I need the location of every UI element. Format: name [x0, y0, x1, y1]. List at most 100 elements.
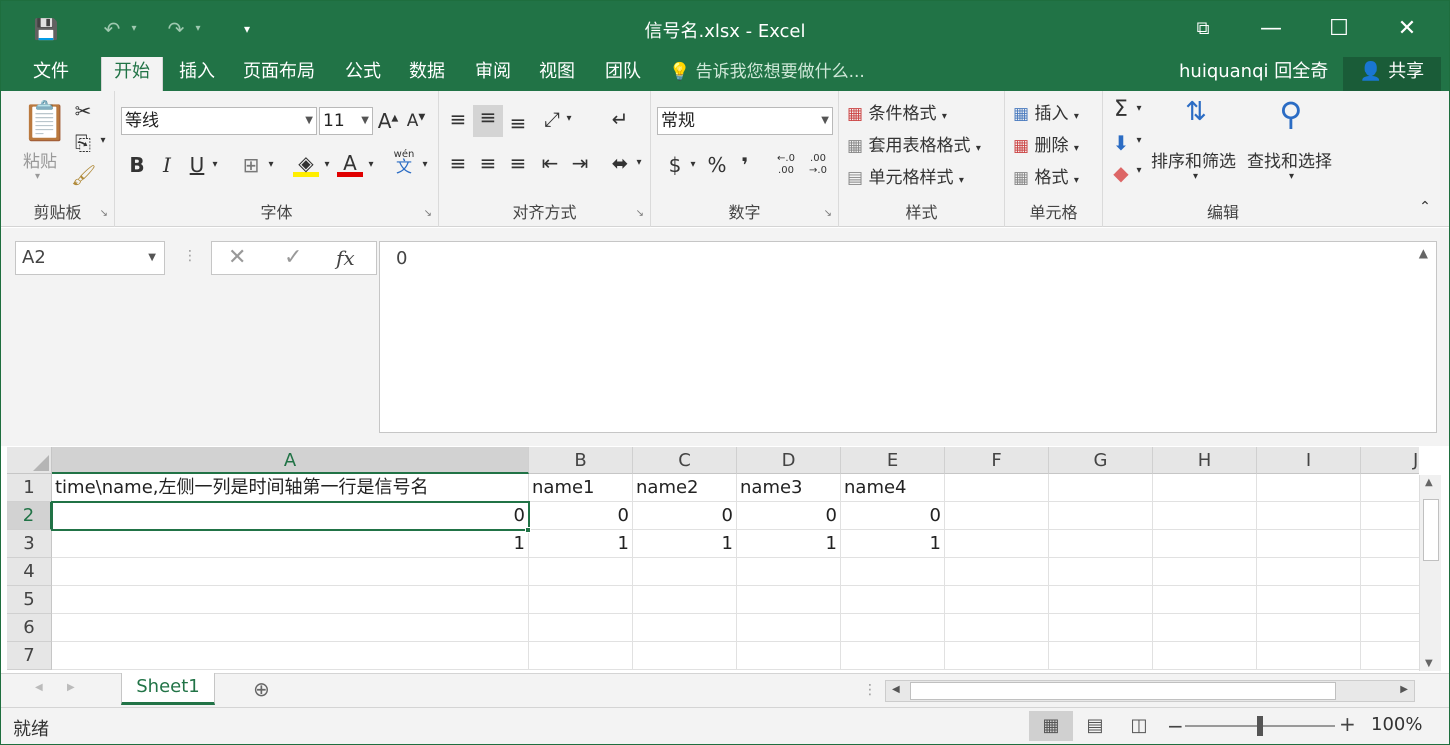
- cell-f4[interactable]: [945, 558, 1049, 586]
- cell-d1[interactable]: name3: [737, 474, 841, 502]
- maximize-button[interactable]: ☐: [1305, 1, 1373, 57]
- font-size-combo[interactable]: 11 ▼: [319, 107, 373, 135]
- cell-i5[interactable]: [1257, 586, 1361, 614]
- copy-icon[interactable]: ⎘: [71, 131, 95, 155]
- cell-f3[interactable]: [945, 530, 1049, 558]
- cell-j2[interactable]: [1361, 502, 1419, 530]
- cell-a7[interactable]: [52, 642, 529, 670]
- column-header-b[interactable]: B: [529, 447, 633, 474]
- cell-a3[interactable]: 1: [52, 530, 529, 558]
- row-header-3[interactable]: 3: [7, 530, 52, 558]
- clear-dropdown-icon[interactable]: ▾: [1133, 165, 1145, 176]
- fill-handle[interactable]: [525, 527, 531, 533]
- tab-view[interactable]: 视图: [527, 57, 587, 91]
- bold-button[interactable]: B: [127, 153, 147, 177]
- cell-c6[interactable]: [633, 614, 737, 642]
- orientation-icon[interactable]: ⤢: [539, 107, 565, 131]
- splitter-handle-icon[interactable]: ⋮: [183, 248, 197, 264]
- column-header-a[interactable]: A: [52, 447, 529, 474]
- zoom-slider-knob[interactable]: [1257, 716, 1263, 736]
- cell-b1[interactable]: name1: [529, 474, 633, 502]
- bottom-align-icon[interactable]: ≡: [505, 111, 531, 135]
- phonetic-dropdown-icon[interactable]: ▾: [419, 159, 431, 170]
- column-header-d[interactable]: D: [737, 447, 841, 474]
- cell-j6[interactable]: [1361, 614, 1419, 642]
- paste-label[interactable]: 粘贴: [23, 147, 57, 172]
- decrease-indent-icon[interactable]: ⇤: [537, 151, 563, 175]
- zoom-out-icon[interactable]: −: [1167, 714, 1184, 738]
- column-header-h[interactable]: H: [1153, 447, 1257, 474]
- comma-button[interactable]: ❜: [735, 153, 755, 177]
- cell-b6[interactable]: [529, 614, 633, 642]
- column-header-i[interactable]: I: [1257, 447, 1361, 474]
- cell-c3[interactable]: 1: [633, 530, 737, 558]
- column-header-g[interactable]: G: [1049, 447, 1153, 474]
- middle-align-icon[interactable]: ≡: [473, 105, 503, 137]
- cell-i6[interactable]: [1257, 614, 1361, 642]
- cell-i4[interactable]: [1257, 558, 1361, 586]
- fill-dropdown-icon[interactable]: ▾: [1133, 135, 1145, 146]
- tab-insert[interactable]: 插入: [167, 57, 227, 91]
- minimize-button[interactable]: —: [1237, 1, 1305, 57]
- row-header-4[interactable]: 4: [7, 558, 52, 586]
- cell-e3[interactable]: 1: [841, 530, 945, 558]
- prev-sheet-icon[interactable]: ◀: [35, 682, 43, 693]
- increase-font-icon[interactable]: A▲: [377, 109, 399, 133]
- cut-icon[interactable]: ✂: [71, 99, 95, 123]
- format-painter-icon[interactable]: 🖌: [71, 163, 96, 187]
- user-name[interactable]: huiquanqi 回全奇: [1179, 57, 1328, 91]
- cell-g1[interactable]: [1049, 474, 1153, 502]
- cell-i2[interactable]: [1257, 502, 1361, 530]
- underline-dropdown-icon[interactable]: ▾: [209, 159, 221, 170]
- row-header-5[interactable]: 5: [7, 586, 52, 614]
- find-select-button[interactable]: 查找和选择: [1247, 147, 1332, 172]
- sort-filter-dropdown-icon[interactable]: ▾: [1193, 171, 1198, 182]
- tab-home[interactable]: 开始: [101, 57, 163, 91]
- merge-dropdown-icon[interactable]: ▾: [633, 157, 645, 168]
- scroll-right-icon[interactable]: ▶: [1400, 684, 1408, 695]
- cell-c1[interactable]: name2: [633, 474, 737, 502]
- cell-c7[interactable]: [633, 642, 737, 670]
- autosum-dropdown-icon[interactable]: ▾: [1133, 103, 1145, 114]
- font-name-combo[interactable]: 等线 ▼: [121, 107, 317, 135]
- column-header-f[interactable]: F: [945, 447, 1049, 474]
- column-header-e[interactable]: E: [841, 447, 945, 474]
- cell-f6[interactable]: [945, 614, 1049, 642]
- page-break-view-icon[interactable]: ◫: [1117, 711, 1161, 741]
- copy-dropdown-icon[interactable]: ▾: [97, 135, 109, 146]
- number-format-combo[interactable]: 常规 ▼: [657, 107, 833, 135]
- zoom-level[interactable]: 100%: [1371, 714, 1422, 735]
- top-align-icon[interactable]: ≡: [445, 107, 471, 131]
- vertical-scroll-thumb[interactable]: [1423, 499, 1439, 561]
- cell-j1[interactable]: [1361, 474, 1419, 502]
- orientation-dropdown-icon[interactable]: ▾: [563, 113, 575, 124]
- clipboard-launcher-icon[interactable]: ↘: [100, 208, 108, 219]
- phonetic-guide-icon[interactable]: wén 文: [391, 149, 417, 176]
- cell-d7[interactable]: [737, 642, 841, 670]
- cell-f2[interactable]: [945, 502, 1049, 530]
- cell-styles-button[interactable]: ▤ 单元格样式 ▾: [847, 163, 964, 188]
- cell-b5[interactable]: [529, 586, 633, 614]
- cell-e7[interactable]: [841, 642, 945, 670]
- ribbon-display-icon[interactable]: ⧉: [1169, 1, 1237, 57]
- row-header-1[interactable]: 1: [7, 474, 52, 502]
- cell-e6[interactable]: [841, 614, 945, 642]
- tab-page-layout[interactable]: 页面布局: [231, 57, 327, 91]
- tab-file[interactable]: 文件: [21, 57, 81, 91]
- border-icon[interactable]: ⊞: [239, 153, 263, 177]
- cell-h5[interactable]: [1153, 586, 1257, 614]
- scroll-left-icon[interactable]: ◀: [892, 684, 900, 695]
- close-button[interactable]: ✕: [1373, 1, 1441, 57]
- formula-input[interactable]: 0 ▲: [379, 241, 1437, 433]
- cell-c5[interactable]: [633, 586, 737, 614]
- enter-icon[interactable]: ✓: [284, 242, 302, 274]
- find-select-dropdown-icon[interactable]: ▾: [1289, 171, 1294, 182]
- cell-h4[interactable]: [1153, 558, 1257, 586]
- currency-button[interactable]: $: [665, 153, 685, 177]
- name-box[interactable]: A2 ▼: [15, 241, 165, 275]
- number-launcher-icon[interactable]: ↘: [824, 208, 832, 219]
- cell-a4[interactable]: [52, 558, 529, 586]
- font-launcher-icon[interactable]: ↘: [424, 208, 432, 219]
- cell-j5[interactable]: [1361, 586, 1419, 614]
- font-color-dropdown-icon[interactable]: ▾: [365, 159, 377, 170]
